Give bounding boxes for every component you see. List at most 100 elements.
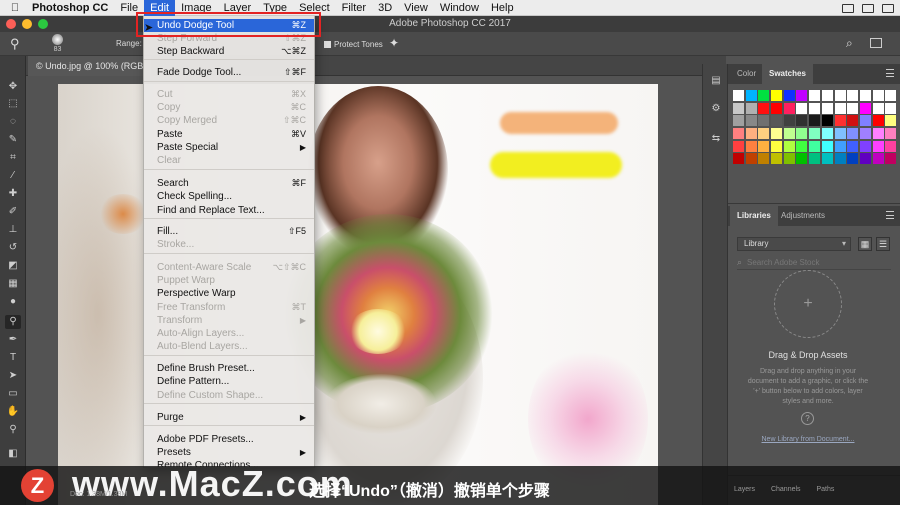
adjust-panel-icon[interactable]: ⇆: [709, 132, 723, 146]
edit-menu-item-fade-dodge-tool[interactable]: Fade Dodge Tool... ⇧⌘F: [144, 66, 314, 79]
edit-menu-item-define-brush-preset[interactable]: Define Brush Preset...: [144, 362, 314, 375]
stock-search-input[interactable]: Search Adobe Stock: [737, 256, 891, 270]
color-swatch[interactable]: [783, 153, 795, 165]
edit-menu-item-define-pattern[interactable]: Define Pattern...: [144, 375, 314, 388]
pressure-icon[interactable]: ✦: [389, 36, 399, 50]
edit-menu-item-adobe-pdf-presets[interactable]: Adobe PDF Presets...: [144, 433, 314, 446]
document-tab[interactable]: © Undo.jpg @ 100% (RGB: [28, 56, 152, 76]
color-swatch[interactable]: [821, 128, 833, 140]
edit-menu-item-check-spelling[interactable]: Check Spelling...: [144, 190, 314, 203]
edit-menu-item-step-backward[interactable]: Step Backward ⌥⌘Z: [144, 45, 314, 58]
path-select-tool-icon[interactable]: ➤: [5, 369, 21, 383]
gradient-tool-icon[interactable]: ▦: [5, 277, 21, 291]
edit-menu-item-presets[interactable]: Presets ▶: [144, 446, 314, 459]
libraries-menu-icon[interactable]: [886, 211, 894, 219]
menu-view[interactable]: View: [398, 0, 434, 16]
color-swatch[interactable]: [783, 90, 795, 101]
grid-view-icon[interactable]: ▦: [858, 237, 872, 251]
hand-tool-icon[interactable]: ✋: [5, 405, 21, 419]
color-swatch[interactable]: [733, 153, 744, 165]
color-swatch[interactable]: [733, 128, 744, 140]
apple-icon[interactable]: : [0, 2, 30, 14]
tab-swatches[interactable]: Swatches: [762, 64, 813, 84]
color-swatch[interactable]: [783, 128, 795, 140]
properties-panel-icon[interactable]: ⚙: [709, 102, 723, 116]
blur-tool-icon[interactable]: ●: [5, 295, 21, 309]
edit-menu-item-search[interactable]: Search ⌘F: [144, 177, 314, 190]
color-swatch[interactable]: [847, 140, 859, 152]
healing-tool-icon[interactable]: ✚: [5, 187, 21, 201]
color-swatch[interactable]: [809, 140, 821, 152]
menu-window[interactable]: Window: [434, 0, 485, 16]
color-swatch[interactable]: [796, 90, 808, 101]
color-swatch[interactable]: [809, 128, 821, 140]
tab-channels[interactable]: Channels: [771, 486, 801, 493]
color-swatch[interactable]: [796, 128, 808, 140]
color-swatch[interactable]: [834, 140, 846, 152]
color-swatch[interactable]: [796, 115, 808, 127]
workspace-icon[interactable]: [870, 38, 882, 48]
tab-libraries[interactable]: Libraries: [730, 206, 778, 226]
color-swatch[interactable]: [885, 128, 897, 140]
shape-tool-icon[interactable]: ▭: [5, 387, 21, 401]
color-swatch[interactable]: [821, 90, 833, 101]
dodge-tool-icon[interactable]: ⚲: [10, 36, 20, 52]
color-swatch[interactable]: [834, 102, 846, 114]
display-icon[interactable]: [842, 3, 854, 13]
color-swatch[interactable]: [771, 140, 783, 152]
color-swatch[interactable]: [834, 90, 846, 101]
color-swatch[interactable]: [758, 140, 770, 152]
color-swatch[interactable]: [885, 102, 897, 114]
color-swatch[interactable]: [834, 153, 846, 165]
color-swatch[interactable]: [847, 90, 859, 101]
color-swatch[interactable]: [771, 128, 783, 140]
color-swatch[interactable]: [783, 102, 795, 114]
history-panel-icon[interactable]: ▤: [709, 74, 723, 88]
color-swatch[interactable]: [821, 140, 833, 152]
color-swatch[interactable]: [821, 153, 833, 165]
edit-menu-item-find-and-replace-text[interactable]: Find and Replace Text...: [144, 204, 314, 217]
color-swatch[interactable]: [885, 140, 897, 152]
color-swatch[interactable]: [771, 102, 783, 114]
minimize-window-icon[interactable]: [22, 19, 32, 29]
edit-menu-item-paste[interactable]: Paste ⌘V: [144, 128, 314, 141]
crop-tool-icon[interactable]: ⌗: [5, 151, 21, 165]
color-swatch[interactable]: [733, 102, 744, 114]
airplay-icon[interactable]: [862, 3, 874, 13]
brush-tool-icon[interactable]: ✐: [5, 205, 21, 219]
library-select[interactable]: Library: [737, 237, 851, 251]
history-brush-tool-icon[interactable]: ↺: [5, 241, 21, 255]
color-swatch[interactable]: [758, 90, 770, 101]
color-swatch[interactable]: [872, 153, 884, 165]
close-window-icon[interactable]: [6, 19, 16, 29]
color-swatch[interactable]: [758, 115, 770, 127]
search-icon[interactable]: ⌕: [846, 36, 853, 51]
color-swatch[interactable]: [809, 90, 821, 101]
color-swatch[interactable]: [872, 90, 884, 101]
zoom-tool-icon[interactable]: ⚲: [5, 423, 21, 437]
new-library-link[interactable]: New Library from Document...: [728, 436, 888, 443]
color-swatch[interactable]: [796, 140, 808, 152]
color-swatch[interactable]: [745, 102, 757, 114]
lasso-tool-icon[interactable]: ◌: [5, 115, 21, 129]
color-swap-icon[interactable]: ◧: [5, 447, 21, 461]
color-swatch[interactable]: [771, 115, 783, 127]
protect-tones-checkbox[interactable]: Protect Tones: [324, 40, 383, 49]
quick-select-tool-icon[interactable]: ✎: [5, 133, 21, 147]
color-swatch[interactable]: [758, 153, 770, 165]
canvas-area[interactable]: [26, 76, 726, 505]
color-swatch[interactable]: [859, 102, 871, 114]
color-swatch[interactable]: [859, 128, 871, 140]
color-swatch[interactable]: [783, 140, 795, 152]
eraser-tool-icon[interactable]: ◩: [5, 259, 21, 273]
color-swatch[interactable]: [745, 90, 757, 101]
edit-menu-item-fill[interactable]: Fill... ⇧F5: [144, 225, 314, 238]
color-swatch[interactable]: [847, 128, 859, 140]
color-swatch[interactable]: [796, 102, 808, 114]
menu-help[interactable]: Help: [485, 0, 520, 16]
color-swatch[interactable]: [834, 115, 846, 127]
edit-menu-item-paste-special[interactable]: Paste Special ▶: [144, 141, 314, 154]
color-swatch[interactable]: [821, 115, 833, 127]
color-swatch[interactable]: [809, 153, 821, 165]
color-swatch[interactable]: [745, 140, 757, 152]
